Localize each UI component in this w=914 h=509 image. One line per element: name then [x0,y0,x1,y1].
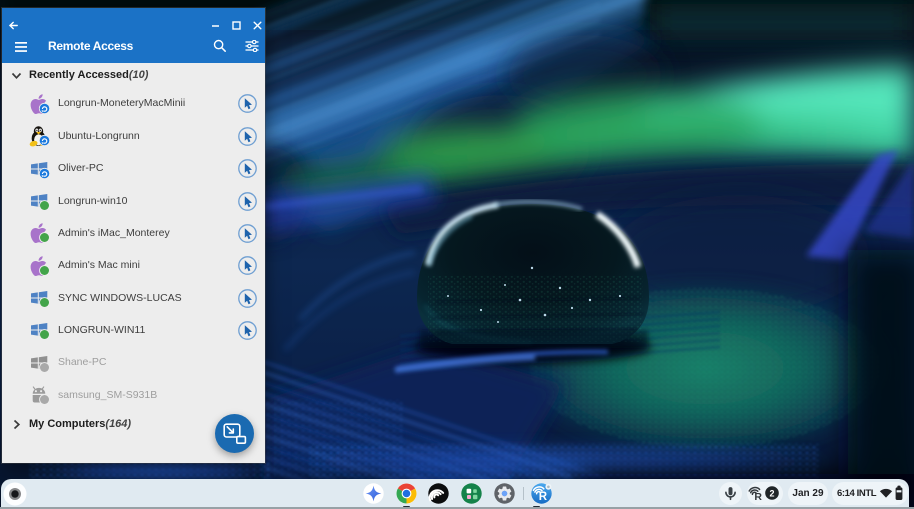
svg-text:R: R [538,491,547,503]
svg-text:2: 2 [769,489,774,499]
svg-text:R: R [754,491,762,503]
